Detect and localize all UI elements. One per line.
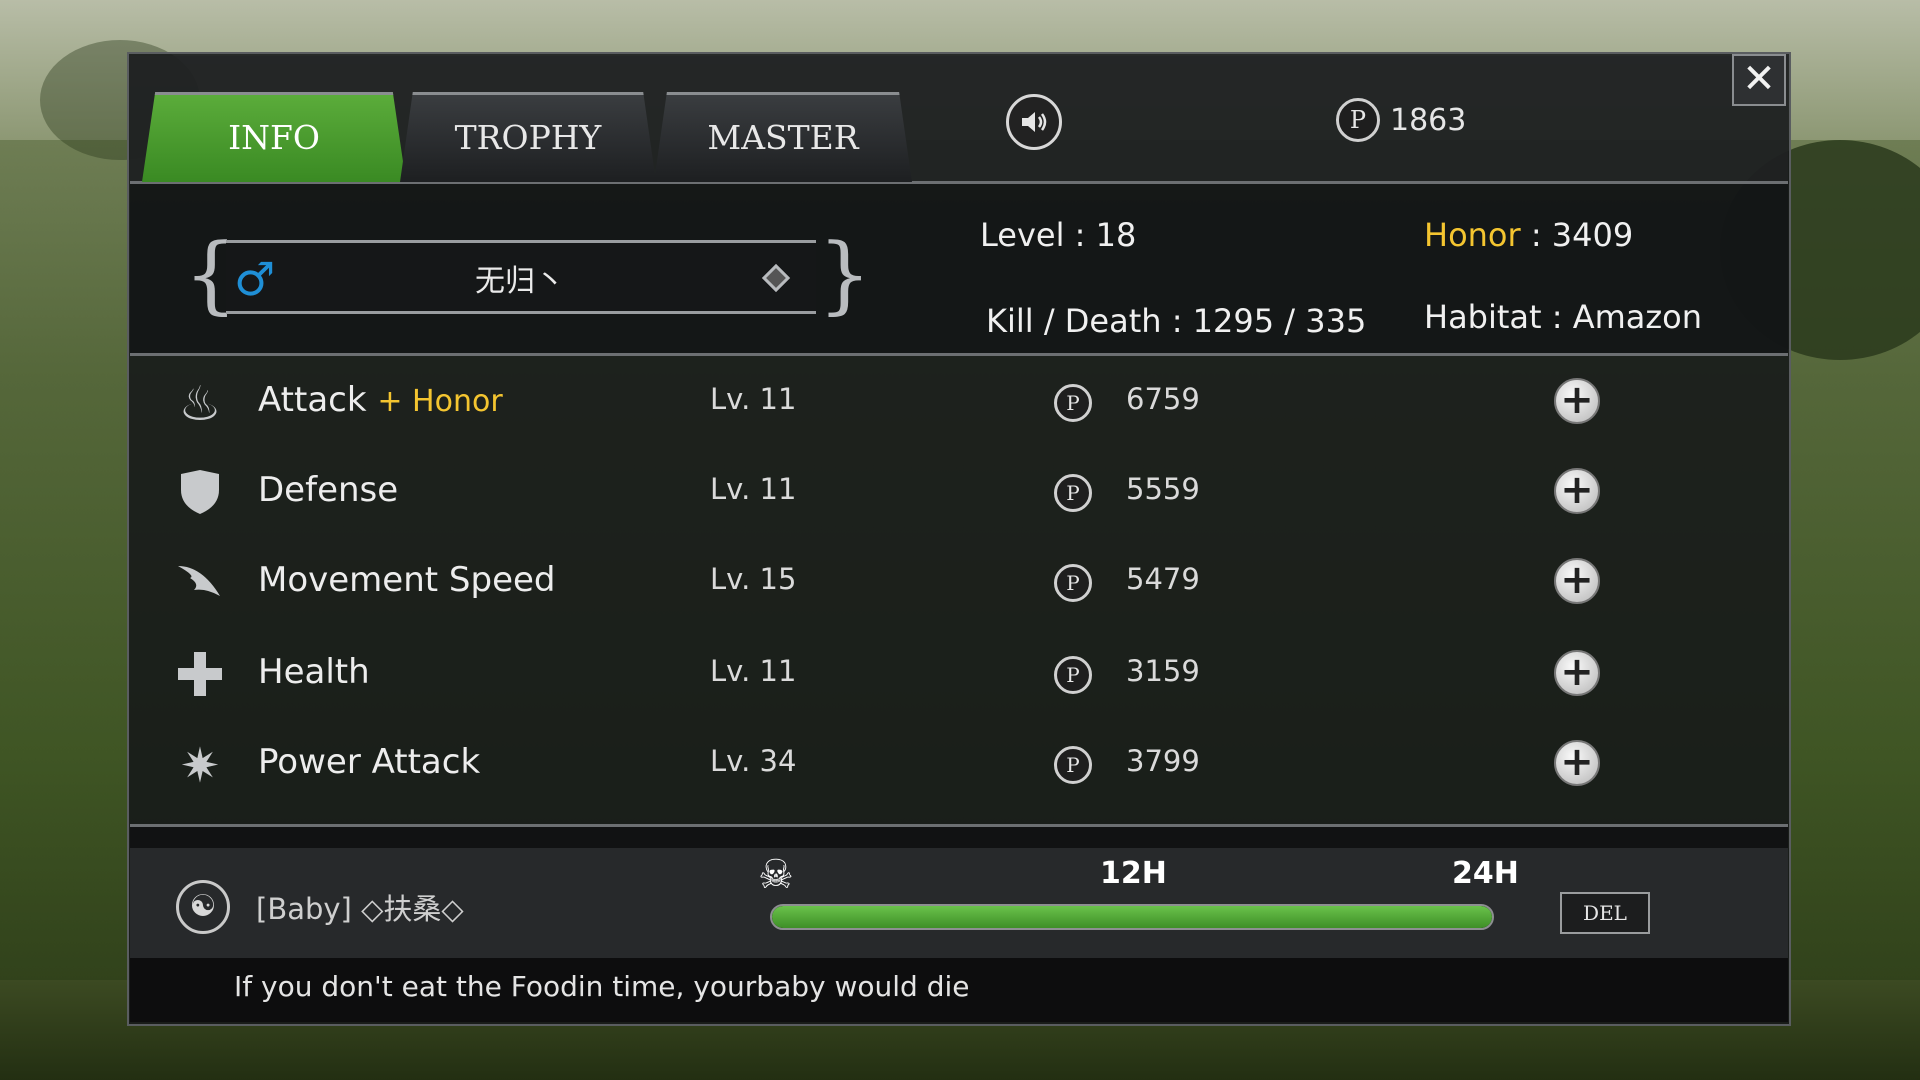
health-cross-icon xyxy=(174,650,226,702)
plus-icon: + xyxy=(1560,557,1594,603)
stat-name: Defense xyxy=(258,470,399,510)
tab-trophy[interactable]: TROPHY xyxy=(400,92,656,182)
point-coin-icon: P xyxy=(1054,474,1092,512)
upgrade-power-attack-button[interactable]: + xyxy=(1554,740,1600,786)
upgrade-attack-button[interactable]: + xyxy=(1554,378,1600,424)
left-bracket-ornament: { xyxy=(184,225,238,323)
food-timer-bar xyxy=(770,904,1494,930)
baby-name: [Baby] ◇扶桑◇ xyxy=(256,892,464,926)
points-value: 1863 xyxy=(1390,102,1467,138)
right-bracket-ornament: } xyxy=(818,225,872,323)
plus-icon: + xyxy=(1560,649,1594,695)
plus-icon: + xyxy=(1560,467,1594,513)
point-coin-icon: P xyxy=(1054,384,1092,422)
close-button[interactable]: ✕ xyxy=(1732,54,1786,106)
stat-name: Attack + Honor xyxy=(258,380,503,420)
male-symbol-icon: ♂ xyxy=(234,252,276,306)
hour-12-label: 12H xyxy=(1100,856,1167,891)
close-icon: ✕ xyxy=(1742,56,1776,102)
burst-star-icon: ✷ xyxy=(179,738,221,794)
section-divider xyxy=(130,824,1788,848)
habitat-stat: Habitat : Amazon xyxy=(1424,298,1702,336)
tab-info-label: INFO xyxy=(228,117,320,157)
shield-icon xyxy=(174,468,226,520)
stat-row-movement-speed: Movement Speed Lv. 15 P 5479 + xyxy=(130,538,1788,626)
honor-label: Honor xyxy=(1424,216,1521,254)
speaker-icon xyxy=(1022,112,1047,132)
food-timer-fill xyxy=(772,906,1492,928)
kill-death-stat: Kill / Death : 1295 / 335 xyxy=(986,302,1366,340)
stat-name-label: Attack xyxy=(258,380,367,420)
stat-name: Power Attack xyxy=(258,742,481,782)
warning-bar: If you don't eat the Foodin time, yourba… xyxy=(130,958,1788,1022)
stat-row-power-attack: ✷ Power Attack Lv. 34 P 3799 + xyxy=(130,720,1788,808)
stat-row-health: Health Lv. 11 P 3159 + xyxy=(130,630,1788,718)
kill-death-label: Kill / Death xyxy=(986,302,1162,340)
upgrade-defense-button[interactable]: + xyxy=(1554,468,1600,514)
stat-cost: 6759 xyxy=(1126,382,1200,416)
habitat-value: Amazon xyxy=(1572,298,1703,336)
tab-info[interactable]: INFO xyxy=(142,92,406,182)
stat-row-defense: Defense Lv. 11 P 5559 + xyxy=(130,448,1788,536)
plus-icon: + xyxy=(1560,739,1594,785)
level-separator: : xyxy=(1074,216,1086,254)
stat-cost: 5559 xyxy=(1126,472,1200,506)
point-coin-icon: P xyxy=(1336,98,1380,142)
upgrade-movement-speed-button[interactable]: + xyxy=(1554,558,1600,604)
plus-icon: + xyxy=(1560,377,1594,423)
stat-name: Movement Speed xyxy=(258,560,556,600)
upgrade-health-button[interactable]: + xyxy=(1554,650,1600,696)
level-stat: Level : 18 xyxy=(980,216,1136,254)
stat-level: Lv. 11 xyxy=(710,654,797,688)
stat-cost: 3799 xyxy=(1126,744,1200,778)
kill-death-separator: : xyxy=(1171,302,1183,340)
honor-separator: : xyxy=(1530,216,1542,254)
stat-level: Lv. 34 xyxy=(710,744,797,778)
hour-24-label: 24H xyxy=(1452,856,1519,891)
tab-trophy-label: TROPHY xyxy=(454,117,602,157)
honor-stat: Honor : 3409 xyxy=(1424,216,1633,254)
honor-bonus-label: + Honor xyxy=(377,384,503,419)
kill-death-value: 1295 / 335 xyxy=(1192,302,1367,340)
stat-name: Health xyxy=(258,652,370,692)
level-value: 18 xyxy=(1095,216,1137,254)
points-balance: P 1863 xyxy=(1336,98,1466,142)
point-coin-icon: P xyxy=(1054,656,1092,694)
tab-master-label: MASTER xyxy=(707,117,859,157)
stat-level: Lv. 11 xyxy=(710,472,797,506)
sound-toggle-button[interactable] xyxy=(1006,94,1062,150)
habitat-separator: : xyxy=(1551,298,1563,336)
skull-crossbones-icon: ☠ xyxy=(758,852,794,898)
stat-cost: 3159 xyxy=(1126,654,1200,688)
tab-master[interactable]: MASTER xyxy=(654,92,912,182)
character-name: 无归丶 xyxy=(475,264,565,299)
point-coin-icon: P xyxy=(1054,564,1092,602)
stat-row-attack: ♨ Attack + Honor Lv. 11 P 6759 + xyxy=(130,358,1788,446)
point-coin-icon: P xyxy=(1054,746,1092,784)
honor-value: 3409 xyxy=(1551,216,1634,254)
stat-level: Lv. 15 xyxy=(710,562,797,596)
stat-level: Lv. 11 xyxy=(710,382,797,416)
level-label: Level xyxy=(980,216,1065,254)
baby-swirl-icon: ☯ xyxy=(176,880,230,934)
habitat-label: Habitat xyxy=(1424,298,1542,336)
delete-baby-button[interactable]: DEL xyxy=(1560,892,1650,934)
wing-icon xyxy=(174,558,226,610)
flame-claw-icon: ♨ xyxy=(178,376,222,432)
stat-cost: 5479 xyxy=(1126,562,1200,596)
warning-text: If you don't eat the Foodin time, yourba… xyxy=(234,970,970,1003)
